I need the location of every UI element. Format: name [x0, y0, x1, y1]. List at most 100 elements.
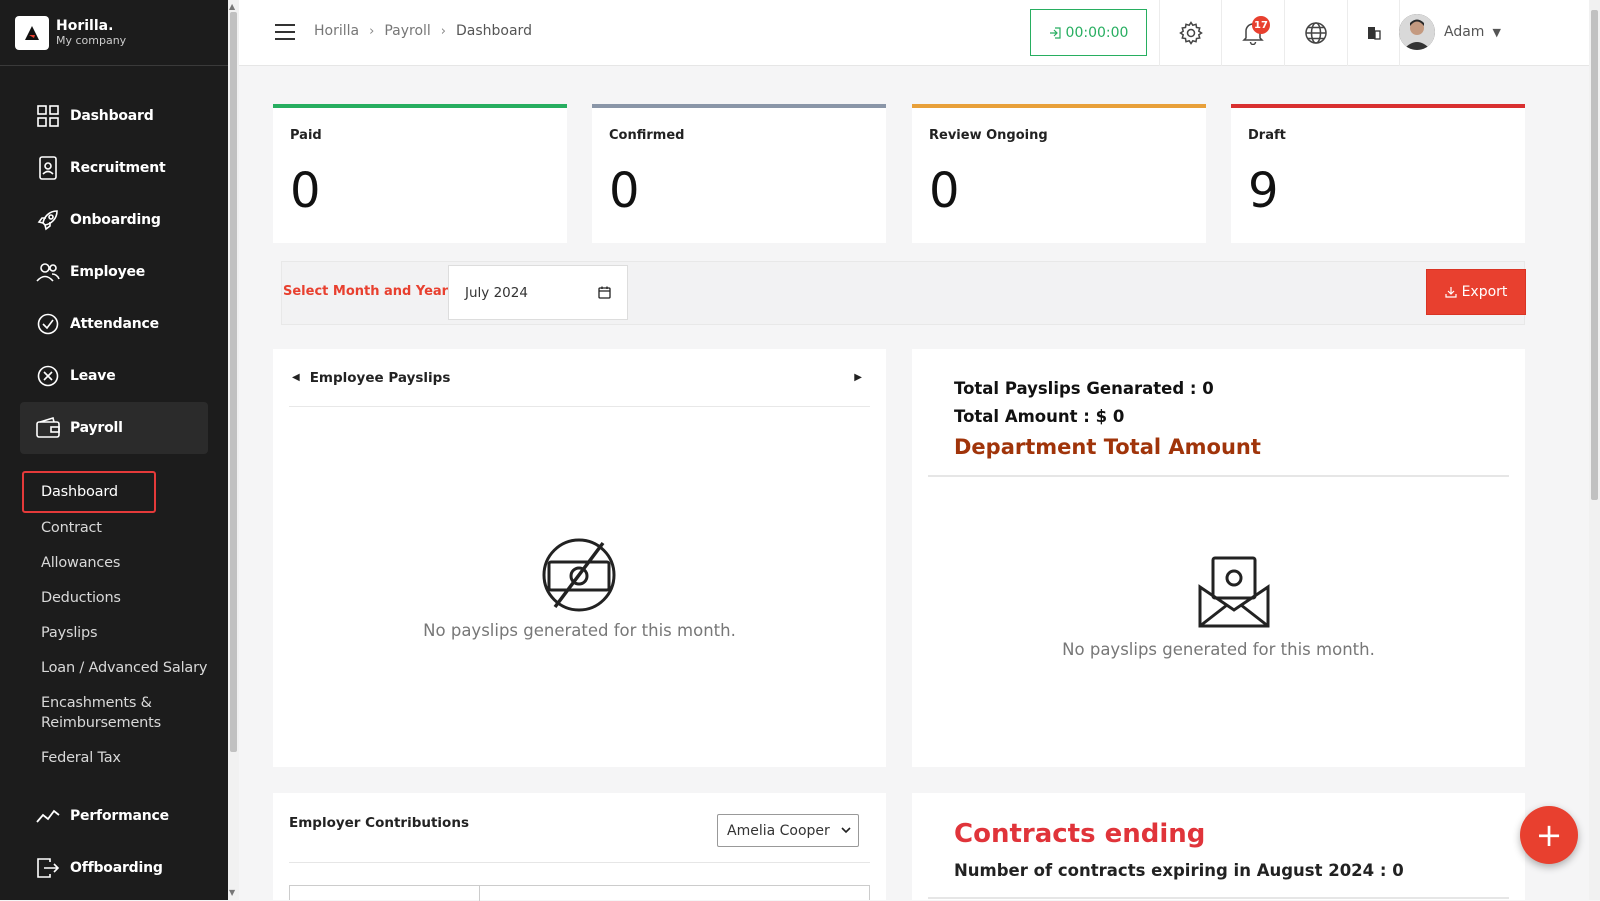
breadcrumb-current: Dashboard: [456, 23, 532, 39]
employee-payslips-panel: ◀ Employee Payslips ▶ No payslips genera…: [273, 349, 886, 767]
gear-icon: [1178, 21, 1203, 45]
notification-badge: 17: [1252, 16, 1270, 34]
status-card-review-ongoing[interactable]: Review Ongoing 0: [912, 104, 1206, 243]
status-card-label: Paid: [290, 128, 322, 143]
settings-button[interactable]: [1159, 0, 1221, 66]
clock-in-button[interactable]: 00:00:00: [1030, 9, 1147, 56]
sidebar-item-onboarding[interactable]: Onboarding: [20, 194, 208, 246]
employer-contributions-panel: Employer Contributions Amelia Cooper: [273, 793, 886, 901]
sidebar-item-recruitment[interactable]: Recruitment: [20, 142, 208, 194]
status-card-value: 0: [290, 163, 321, 219]
panel-header: ◀ Employee Payslips ▶: [289, 349, 870, 407]
export-button[interactable]: Export: [1426, 269, 1526, 315]
scroll-down-icon[interactable]: ▼: [229, 888, 235, 897]
sidebar-item-label: Attendance: [70, 316, 159, 332]
employee-select[interactable]: Amelia Cooper: [717, 814, 859, 847]
download-icon: [1444, 287, 1457, 298]
sidebar-item-label: Performance: [70, 808, 169, 824]
brand[interactable]: Horilla. My company: [0, 0, 228, 66]
table-column-divider: [479, 886, 480, 901]
user-menu[interactable]: Adam ▼: [1399, 14, 1501, 50]
breadcrumb: Horilla › Payroll › Dashboard: [314, 23, 532, 39]
payroll-subitem-dashboard[interactable]: Dashboard: [41, 482, 118, 502]
breadcrumb-item[interactable]: Payroll: [384, 23, 430, 39]
sidebar-item-dashboard[interactable]: Dashboard: [20, 90, 208, 142]
caret-right-icon[interactable]: ▶: [854, 372, 862, 383]
subitem-label-line1: Encashments &: [41, 695, 152, 711]
language-button[interactable]: [1284, 0, 1347, 66]
employee-select-value: Amelia Cooper: [727, 822, 830, 839]
people-icon: [36, 260, 60, 284]
envelope-money-icon: [1197, 555, 1271, 633]
status-card-value: 0: [929, 163, 960, 219]
status-card-draft[interactable]: Draft 9: [1231, 104, 1525, 243]
horilla-logo-icon: [15, 15, 49, 50]
brand-company: My company: [56, 33, 127, 47]
caret-left-icon[interactable]: ◀: [292, 372, 300, 383]
payroll-subitem-encashments[interactable]: Encashments & Reimbursements: [41, 693, 161, 733]
sidebar-item-leave[interactable]: Leave: [20, 350, 208, 402]
month-year-value: July 2024: [465, 284, 528, 301]
payroll-subitem-loan[interactable]: Loan / Advanced Salary: [41, 658, 207, 678]
chevron-right-icon: ›: [440, 23, 446, 39]
check-circle-icon: [36, 312, 60, 336]
payroll-subitem-contract[interactable]: Contract: [41, 518, 102, 538]
total-amount-text: Total Amount : $ 0: [954, 407, 1125, 426]
panel-title: Employer Contributions: [289, 815, 469, 831]
payroll-subitem-deductions[interactable]: Deductions: [41, 588, 121, 608]
company-switch-button[interactable]: [1347, 0, 1399, 66]
payroll-subitem-federal-tax[interactable]: Federal Tax: [41, 748, 121, 768]
status-card-label: Confirmed: [609, 128, 685, 143]
timer-value: 00:00:00: [1065, 24, 1129, 41]
empty-state-message: No payslips generated for this month.: [1062, 640, 1375, 659]
sidebar-item-employee[interactable]: Employee: [20, 246, 208, 298]
divider: [928, 897, 1509, 899]
month-year-input[interactable]: July 2024: [448, 265, 628, 320]
contracts-expiring-text: Number of contracts expiring in August 2…: [954, 861, 1404, 880]
rocket-icon: [36, 208, 60, 232]
empty-state-message: No payslips generated for this month.: [423, 621, 736, 640]
quick-action-button[interactable]: +: [1520, 806, 1578, 864]
divider: [928, 475, 1509, 477]
sidebar: Horilla. My company Dashboard Recruitmen…: [0, 0, 228, 900]
subitem-label-line2: Reimbursements: [41, 715, 162, 731]
sidebar-item-performance[interactable]: Performance: [20, 790, 208, 842]
export-label: Export: [1461, 284, 1508, 300]
total-payslips-text: Total Payslips Genarated : 0: [954, 379, 1214, 398]
sidebar-item-label: Payroll: [70, 420, 123, 436]
wallet-icon: [36, 416, 60, 440]
status-card-paid[interactable]: Paid 0: [273, 104, 567, 243]
sidebar-item-attendance[interactable]: Attendance: [20, 298, 208, 350]
chevron-right-icon: ›: [369, 23, 375, 39]
scroll-up-icon[interactable]: ▲: [229, 2, 235, 11]
user-name: Adam: [1444, 24, 1485, 40]
payroll-subitem-allowances[interactable]: Allowances: [41, 553, 120, 573]
sidebar-item-label: Recruitment: [70, 160, 166, 176]
menu-toggle-icon[interactable]: [275, 24, 295, 40]
grid-icon: [36, 104, 60, 128]
breadcrumb-item[interactable]: Horilla: [314, 23, 359, 39]
scrollbar-thumb[interactable]: [230, 12, 237, 752]
sidebar-item-offboarding[interactable]: Offboarding: [20, 842, 208, 894]
sidebar-scrollbar[interactable]: ▲ ▼: [228, 0, 239, 900]
payroll-subitem-payslips[interactable]: Payslips: [41, 623, 98, 643]
trend-icon: [36, 804, 60, 828]
notifications-button[interactable]: 17: [1221, 0, 1284, 66]
status-card-value: 9: [1248, 163, 1279, 219]
x-circle-icon: [36, 364, 60, 388]
chevron-down-icon: [841, 827, 851, 834]
contracts-ending-panel: Contracts ending Number of contracts exp…: [912, 793, 1525, 900]
building-icon: [1367, 27, 1381, 40]
globe-icon: [1305, 22, 1327, 44]
panel-title: Employee Payslips: [309, 369, 451, 386]
calendar-icon[interactable]: [598, 286, 611, 299]
page-scrollbar[interactable]: [1589, 0, 1600, 900]
login-icon: [1049, 26, 1061, 39]
page-scrollbar-thumb[interactable]: [1591, 10, 1598, 500]
sidebar-item-payroll[interactable]: Payroll: [20, 402, 208, 454]
month-year-label: Select Month and Year:: [283, 284, 454, 299]
sidebar-item-label: Onboarding: [70, 212, 161, 228]
sidebar-item-label: Offboarding: [70, 860, 163, 876]
caret-down-icon: ▼: [1492, 25, 1501, 39]
status-card-confirmed[interactable]: Confirmed 0: [592, 104, 886, 243]
